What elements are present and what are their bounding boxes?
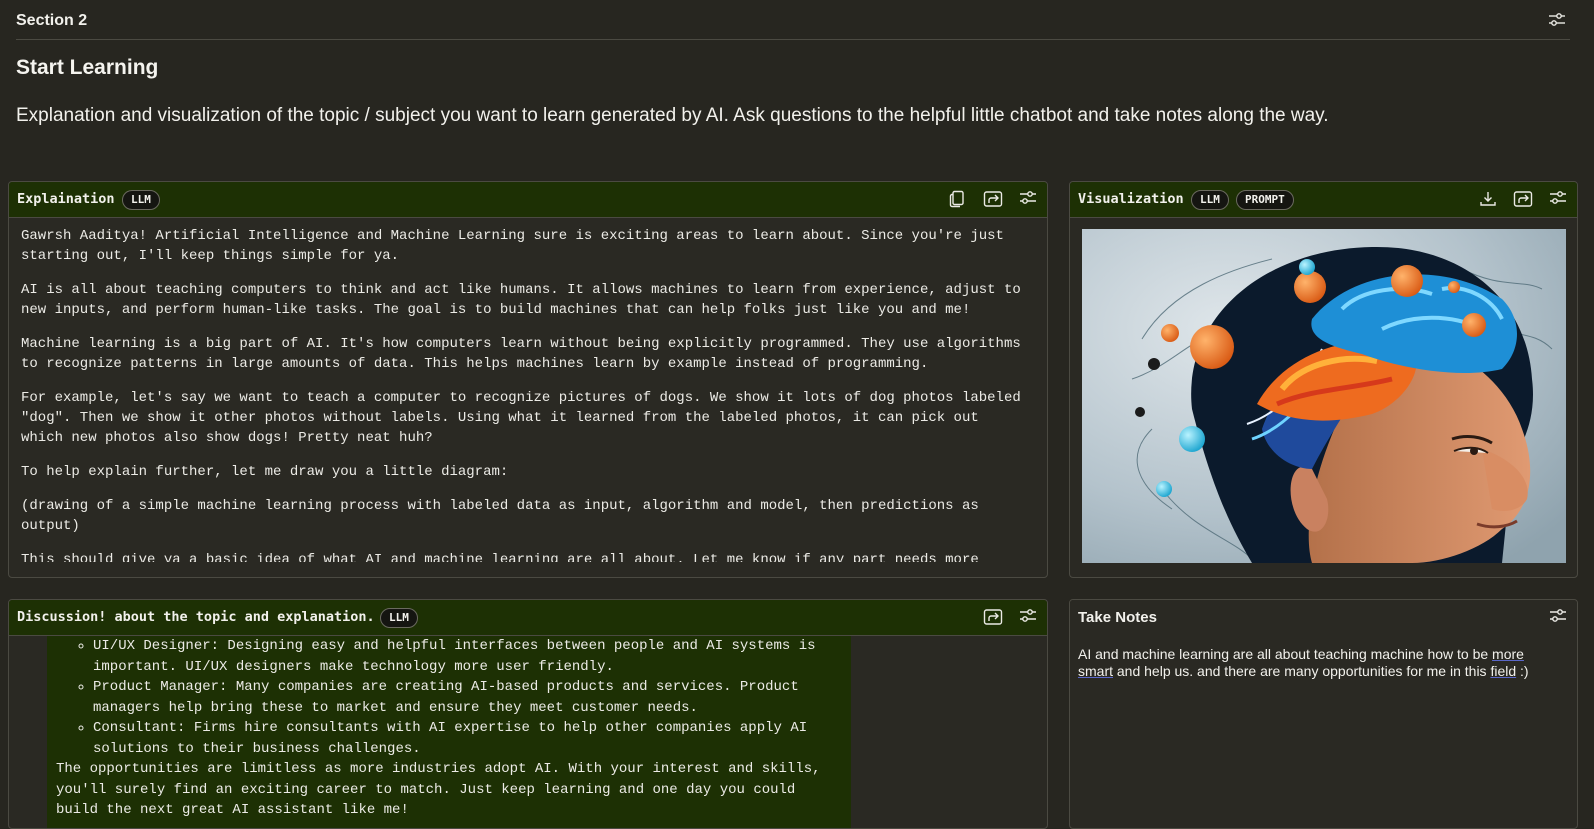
explanation-paragraph: This should give ya a basic idea of what… [21,552,979,562]
sliders-icon[interactable] [1548,12,1566,28]
llm-badge: LLM [1191,190,1229,210]
section-title: Section 2 [16,12,88,29]
notes-text: and help us. and there are many opportun… [1113,663,1491,679]
notes-textarea[interactable]: AI and machine learning are all about te… [1078,646,1548,680]
spellcheck-word: field [1490,663,1517,679]
explanation-panel: Explaination LLM Gawrsh Aaditya! Artific… [8,181,1048,578]
explanation-paragraph: Gawrsh Aaditya! Artificial Intelligence … [21,228,1004,264]
ai-brain-illustration [1082,229,1566,563]
explanation-paragraph: (drawing of a simple machine learning pr… [21,498,979,534]
discussion-header: Discussion! about the topic and explanat… [9,600,1047,636]
explanation-title: Explaination [17,191,115,207]
explanation-paragraph: AI is all about teaching computers to th… [21,282,1021,318]
visualization-image [1082,229,1566,563]
notes-text: AI and machine learning are all about te… [1078,646,1493,662]
notes-panel: Take Notes AI and machine learning are a… [1069,599,1578,829]
list-item: Consultant: Firms hire consultants with … [93,718,851,759]
discussion-panel: Discussion! about the topic and explanat… [8,599,1048,829]
visualization-panel: Visualization LLM PROMPT [1069,181,1578,578]
list-item: UI/UX Designer: Designing easy and helpf… [93,636,851,677]
chat-message: UI/UX Designer: Designing easy and helpf… [47,636,851,828]
llm-badge: LLM [122,190,160,210]
share-icon[interactable] [983,190,1003,208]
explanation-paragraph: Machine learning is a big part of AI. It… [21,336,1021,372]
explanation-header: Explaination LLM [9,182,1047,218]
chat-message-outro: The opportunities are limitless as more … [56,761,821,818]
visualization-title: Visualization [1078,191,1184,207]
discussion-title: Discussion! about the topic and explanat… [17,609,375,625]
notes-title: Take Notes [1078,609,1157,626]
sliders-icon[interactable] [1019,190,1037,208]
list-item: Product Manager: Many companies are crea… [93,677,851,718]
llm-badge: LLM [380,608,418,628]
sliders-icon[interactable] [1549,608,1567,624]
download-icon[interactable] [1479,190,1497,208]
share-icon[interactable] [1513,190,1533,208]
share-icon[interactable] [983,608,1003,626]
explanation-paragraph: For example, let's say we want to teach … [21,390,1021,446]
sliders-icon[interactable] [1019,608,1037,626]
visualization-header: Visualization LLM PROMPT [1070,182,1577,218]
page-title: Start Learning [16,56,159,79]
explanation-text: Gawrsh Aaditya! Artificial Intelligence … [21,226,1021,562]
explanation-paragraph: To help explain further, let me draw you… [21,464,509,480]
career-list: UI/UX Designer: Designing easy and helpf… [47,636,851,759]
sliders-icon[interactable] [1549,190,1567,208]
section-header: Section 2 [16,0,1570,40]
page-description: Explanation and visualization of the top… [16,105,1329,126]
notes-text: :) [1516,663,1529,679]
copy-icon[interactable] [949,190,967,208]
prompt-badge: PROMPT [1236,190,1294,210]
notes-header: Take Notes [1070,600,1577,636]
